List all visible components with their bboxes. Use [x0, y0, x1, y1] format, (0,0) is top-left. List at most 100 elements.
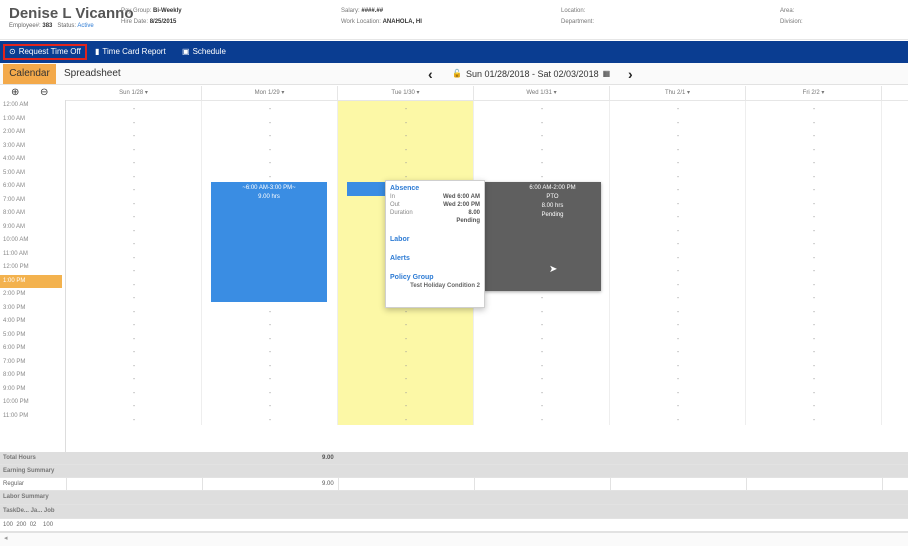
time-slot-marker: -: [676, 416, 680, 424]
time-label: 6:00 PM: [3, 345, 26, 351]
pto-status: Pending: [541, 212, 564, 218]
time-slot-marker: -: [132, 146, 136, 154]
shift-time: ~6:00 AM-3:00 PM~: [242, 185, 296, 191]
time-slot-marker: -: [540, 322, 544, 329]
pto-event-wednesday[interactable]: 6:00 AM-2:00 PM PTO 8.00 hrs Pending: [484, 182, 601, 291]
time-slot-marker: -: [540, 146, 544, 154]
time-card-report-button[interactable]: ▮ Time Card Report: [95, 44, 166, 60]
time-slot-marker: -: [404, 403, 408, 410]
time-slot-marker: -: [676, 146, 680, 154]
time-slot-marker: -: [132, 214, 136, 221]
time-slot-marker: -: [404, 389, 408, 397]
time-slot-marker: -: [540, 295, 544, 302]
date-range-label: Sun 01/28/2018 - Sat 02/03/2018: [465, 69, 599, 79]
time-slot-marker: -: [540, 119, 544, 127]
time-slot-marker: -: [676, 362, 680, 370]
calendar-picker-icon[interactable]: ▦: [603, 64, 611, 84]
hire-date-label: Hire Date:: [121, 19, 149, 25]
time-label: 4:00 AM: [3, 156, 26, 162]
labor-header-label: TaskDe... Ja... Job: [3, 508, 55, 514]
time-slot-marker: -: [132, 254, 136, 262]
tab-calendar[interactable]: Calendar: [3, 64, 56, 84]
day-header-tue[interactable]: Tue 1/30 ▾: [338, 86, 474, 100]
time-slot-marker: -: [404, 416, 408, 424]
labor-summary-label: Labor Summary: [3, 494, 49, 500]
event-tooltip: Absence In Wed 6:00 AM Out Wed 2:00 PM D…: [385, 180, 485, 308]
time-slot-marker: -: [268, 335, 272, 343]
time-slot-marker: -: [676, 403, 680, 410]
time-label: 1:00 AM: [3, 115, 26, 122]
time-slot-marker: -: [540, 106, 544, 113]
time-slot-marker: -: [540, 403, 544, 410]
date-range: 🔓 Sun 01/28/2018 - Sat 02/03/2018 ▦: [452, 64, 610, 84]
tooltip-labor-title[interactable]: Labor: [390, 236, 480, 243]
time-slot-marker: -: [676, 214, 680, 221]
time-slot-marker: -: [676, 133, 680, 140]
time-slot-marker: -: [404, 160, 408, 167]
time-slot-marker: -: [812, 268, 816, 275]
time-slot-marker: -: [132, 160, 136, 167]
time-slot-marker: -: [268, 416, 272, 424]
time-slot-marker: -: [812, 349, 816, 356]
area-label: Area:: [780, 8, 795, 14]
time-slot-marker: -: [268, 389, 272, 397]
time-slot-marker: -: [812, 200, 816, 208]
tooltip-duration-value: 8.00: [468, 210, 480, 216]
time-slot-marker: -: [268, 146, 272, 154]
horizontal-scrollbar[interactable]: ◂: [0, 532, 908, 546]
tooltip-absence-title: Absence: [390, 185, 420, 192]
employee-name: Denise L Vicanno: [9, 5, 134, 22]
time-label: 4:00 PM: [3, 318, 26, 324]
column-separator: [882, 478, 883, 491]
time-slot-marker: -: [404, 322, 408, 329]
time-slot-marker: -: [676, 281, 680, 289]
time-slot-marker: -: [812, 389, 816, 397]
time-slot-marker: -: [404, 106, 408, 113]
time-slot-marker: -: [268, 349, 272, 356]
schedule-button[interactable]: ▣ Schedule: [182, 44, 226, 60]
zoom-out-icon[interactable]: ⊖: [40, 87, 48, 98]
time-slot-marker: -: [268, 133, 272, 140]
previous-week-button[interactable]: ‹: [428, 64, 433, 84]
time-slot-marker: -: [268, 362, 272, 370]
time-column: 12:00 AM 1:00 AM 2:00 AM 3:00 AM 4:00 AM 5:00…: [0, 100, 66, 453]
labor-values-row: 100 200 02 100: [0, 519, 908, 532]
time-label: 10:00 AM: [3, 237, 29, 243]
time-slot-marker: -: [404, 335, 408, 343]
column-separator: [66, 478, 67, 491]
time-slot-marker: -: [132, 281, 136, 289]
time-slot-marker: -: [540, 376, 544, 383]
salary-field: Salary: ####.##: [341, 8, 383, 14]
next-week-button[interactable]: ›: [628, 64, 633, 84]
time-slot-marker: -: [268, 403, 272, 410]
zoom-in-icon[interactable]: ⊕: [11, 87, 19, 98]
status-label: Status:: [57, 23, 77, 29]
time-label: 12:00 AM: [3, 102, 29, 108]
mouse-cursor-icon: ➤: [549, 264, 558, 275]
tooltip-policy-title: Policy Group: [390, 274, 434, 281]
shift-event-monday[interactable]: ~6:00 AM-3:00 PM~ 9.00 hrs: [211, 182, 327, 302]
regular-row: Regular 9.00: [0, 478, 908, 491]
time-slot-marker: -: [812, 376, 816, 383]
day-header-fri[interactable]: Fri 2/2 ▾: [746, 86, 882, 100]
time-label: 6:00 AM: [3, 183, 26, 189]
day-header-sun[interactable]: Sun 1/28 ▾: [66, 86, 202, 100]
day-header-mon[interactable]: Mon 1/29 ▾: [202, 86, 338, 100]
pto-time: 6:00 AM-2:00 PM: [529, 185, 576, 191]
time-slot-marker: -: [676, 295, 680, 302]
total-hours-value: 9.00: [322, 455, 334, 461]
tab-spreadsheet[interactable]: Spreadsheet: [64, 64, 121, 84]
scroll-left-icon[interactable]: ◂: [4, 534, 8, 542]
time-slot-marker: -: [676, 119, 680, 127]
column-separator: [202, 478, 203, 491]
request-time-off-button[interactable]: ⊙ Request Time Off: [3, 44, 87, 60]
time-slot-marker: -: [676, 241, 680, 248]
request-time-off-label: Request Time Off: [18, 47, 81, 56]
tooltip-alerts-title[interactable]: Alerts: [390, 255, 480, 262]
day-header-thu[interactable]: Thu 2/1 ▾: [610, 86, 746, 100]
labor-summary-row: Labor Summary: [0, 491, 908, 505]
day-header-wed[interactable]: Wed 1/31 ▾: [474, 86, 610, 100]
time-slot-marker: -: [812, 106, 816, 113]
shift-event-tuesday[interactable]: [347, 182, 387, 196]
schedule-label: Schedule: [192, 47, 226, 56]
